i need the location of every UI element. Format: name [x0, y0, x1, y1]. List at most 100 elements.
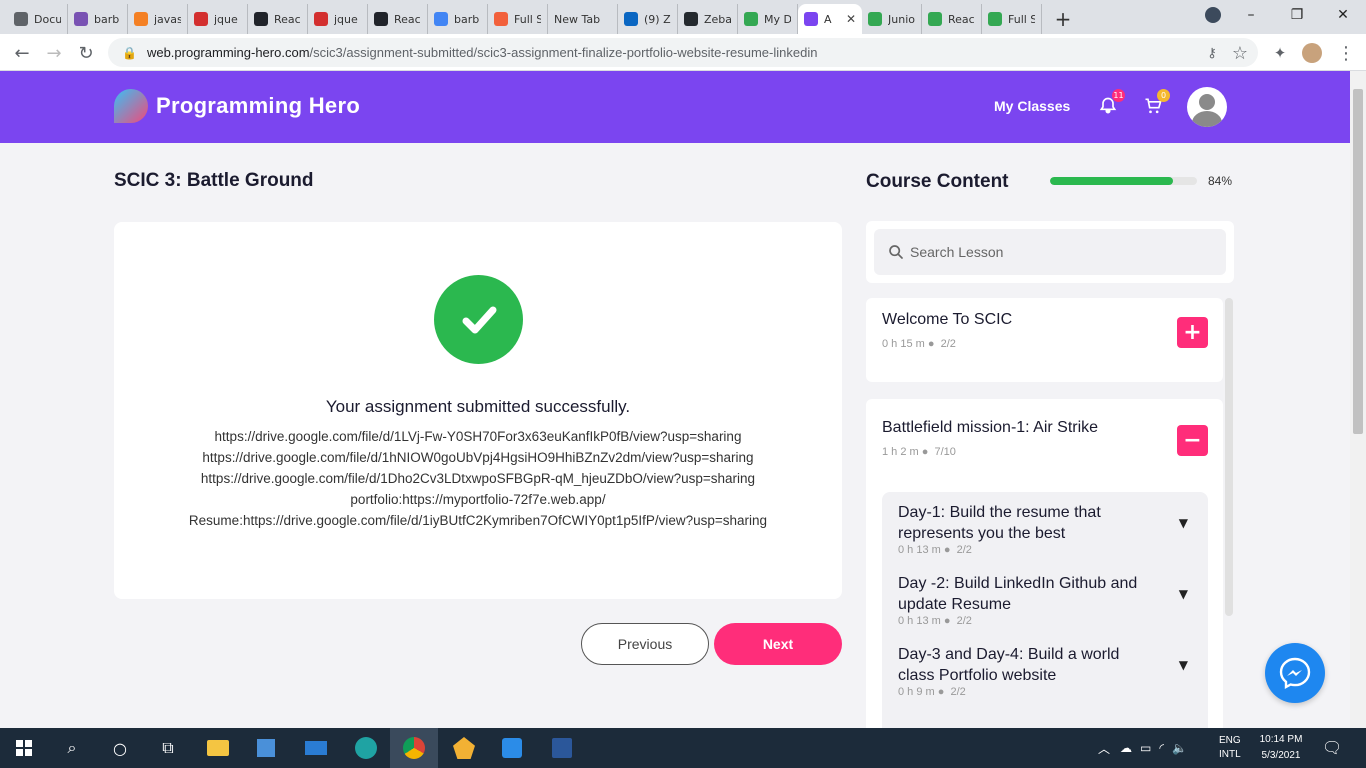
chevron-down-icon[interactable]: ▼	[1179, 587, 1188, 601]
extensions-icon[interactable]: ✦	[1268, 41, 1292, 65]
browser-tab[interactable]: Reac	[368, 4, 428, 34]
react-icon	[254, 12, 268, 26]
browser-tab[interactable]: Reac	[248, 4, 308, 34]
browser-tab[interactable]: Full S	[982, 4, 1042, 34]
url-path: /scic3/assignment-submitted/scic3-assign…	[309, 45, 818, 60]
browser-menu-icon[interactable]: ⋮	[1334, 41, 1358, 65]
url-bar[interactable]: 🔒 web.programming-hero.com/scic3/assignm…	[108, 38, 1258, 67]
edge-icon[interactable]	[342, 728, 390, 768]
notification-count-badge: 11	[1112, 89, 1125, 102]
browser-tab-label: (9) Z	[644, 12, 671, 26]
wifi-icon[interactable]: ◜	[1159, 741, 1164, 755]
module-welcome[interactable]: Welcome To SCIC 0 h 15 m ● 2/2 +	[866, 298, 1223, 382]
next-button[interactable]: Next	[714, 623, 842, 665]
lock-icon: 🔒	[122, 45, 137, 60]
bookmark-star-icon[interactable]: ☆	[1228, 41, 1252, 65]
browser-tab[interactable]: (9) Z	[618, 4, 678, 34]
browser-tab[interactable]: Docu	[8, 4, 68, 34]
key-icon[interactable]: ⚷	[1200, 41, 1224, 65]
browser-tab[interactable]: barb	[68, 4, 128, 34]
sidebar-scrollbar[interactable]	[1225, 298, 1233, 616]
reload-icon[interactable]: ↻	[74, 41, 98, 65]
app-icon[interactable]	[440, 728, 488, 768]
chevron-down-icon[interactable]: ▼	[1179, 516, 1188, 530]
lesson-meta: 0 h 13 m ● 2/2	[898, 544, 972, 554]
grammarly-icon	[494, 12, 508, 26]
lesson-item-day-3-4[interactable]: Day-3 and Day-4: Build a world class Por…	[898, 644, 1198, 696]
browser-tab[interactable]: javas	[128, 4, 188, 34]
browser-tab[interactable]: Zeba	[678, 4, 738, 34]
logo-rocket-icon	[114, 89, 148, 123]
previous-button[interactable]: Previous	[581, 623, 709, 665]
browser-tab[interactable]: Junio	[862, 4, 922, 34]
action-center-icon[interactable]: 🗨	[1322, 738, 1342, 757]
browser-tab[interactable]: A ✕	[798, 4, 862, 34]
linkedin-icon	[624, 12, 638, 26]
collapse-minus-icon[interactable]: −	[1177, 425, 1208, 456]
submission-card: Your assignment submitted successfully. …	[114, 222, 842, 599]
back-icon[interactable]: ←	[10, 41, 34, 65]
task-view-icon[interactable]: ⧉	[144, 728, 192, 768]
submitted-link: https://drive.google.com/file/d/1Dho2Cv3…	[200, 471, 756, 486]
browser-tab-label: Reac	[274, 12, 301, 26]
lesson-meta: 0 h 9 m ● 2/2	[898, 686, 966, 696]
cloud-icon[interactable]: ☁	[1120, 741, 1132, 755]
input-language[interactable]: ENG INTL	[1219, 734, 1241, 762]
profile-avatar-icon[interactable]	[1300, 41, 1324, 65]
browser-tab[interactable]: New Tab	[548, 4, 618, 34]
expand-plus-icon[interactable]: +	[1177, 317, 1208, 348]
browser-tab[interactable]: Reac	[922, 4, 982, 34]
user-avatar[interactable]	[1187, 87, 1227, 127]
new-tab-button[interactable]: +	[1048, 4, 1078, 34]
forward-icon[interactable]: →	[42, 41, 66, 65]
maximize-icon[interactable]: ❐	[1274, 0, 1320, 30]
chevron-down-icon[interactable]: ▼	[1179, 658, 1188, 672]
word-icon[interactable]	[538, 728, 586, 768]
globe-icon	[14, 12, 28, 26]
close-tab-icon[interactable]: ✕	[846, 12, 856, 26]
close-window-icon[interactable]: ✕	[1320, 0, 1366, 30]
windows-start-icon[interactable]	[0, 728, 48, 768]
search-box[interactable]	[874, 229, 1226, 275]
store-icon[interactable]	[242, 728, 290, 768]
page-scrollbar[interactable]	[1350, 71, 1366, 728]
mail-icon[interactable]	[292, 728, 340, 768]
module-meta: 0 h 15 m ● 2/2	[882, 338, 956, 350]
module-title: Battlefield mission-1: Air Strike	[882, 419, 1099, 436]
brand-icon	[314, 12, 328, 26]
clock[interactable]: 10:14 PM 5/3/2021	[1254, 732, 1308, 764]
lesson-title: Day -2: Build LinkedIn Github and update…	[898, 575, 1138, 613]
my-classes-link[interactable]: My Classes	[994, 98, 1070, 114]
chrome-icon[interactable]	[390, 728, 438, 768]
browser-tab-label: barb	[454, 12, 480, 26]
cortana-icon[interactable]: ○	[96, 728, 144, 768]
brand-icon	[194, 12, 208, 26]
volume-icon[interactable]: 🔈	[1172, 741, 1187, 755]
url-host: web.programming-hero.com	[146, 45, 310, 60]
messenger-chat-icon[interactable]	[1265, 643, 1325, 703]
browser-tab[interactable]: My D	[738, 4, 798, 34]
programming-hero-icon	[804, 12, 818, 26]
minimize-icon[interactable]: –	[1228, 0, 1274, 30]
battery-icon[interactable]: ▭	[1140, 741, 1151, 755]
search-icon[interactable]: ⌕	[48, 728, 96, 768]
lesson-item-day-1[interactable]: Day-1: Build the resume that represents …	[898, 502, 1198, 554]
browser-tab[interactable]: jque	[308, 4, 368, 34]
browser-tab-label: New Tab	[554, 12, 601, 26]
lesson-item-day-2[interactable]: Day -2: Build LinkedIn Github and update…	[898, 573, 1198, 625]
browser-tab[interactable]: jque	[188, 4, 248, 34]
cart-icon[interactable]: 0	[1140, 89, 1170, 119]
browser-tab[interactable]: barb	[428, 4, 488, 34]
browser-tab-label: javas	[154, 12, 181, 26]
browser-tab[interactable]: Full S	[488, 4, 548, 34]
chevron-up-icon[interactable]: ︿	[1098, 740, 1110, 757]
file-explorer-icon[interactable]	[194, 728, 242, 768]
vscode-icon[interactable]	[488, 728, 536, 768]
notification-bell-icon[interactable]: 11	[1095, 89, 1125, 119]
site-logo[interactable]: Programming Hero	[114, 89, 360, 123]
browser-tab-label: My D	[764, 12, 791, 26]
cart-count-badge: 0	[1157, 89, 1170, 102]
google-icon	[434, 12, 448, 26]
submitted-link: https://drive.google.com/file/d/1LVj-Fw-…	[214, 429, 742, 444]
search-input[interactable]	[910, 244, 1210, 260]
